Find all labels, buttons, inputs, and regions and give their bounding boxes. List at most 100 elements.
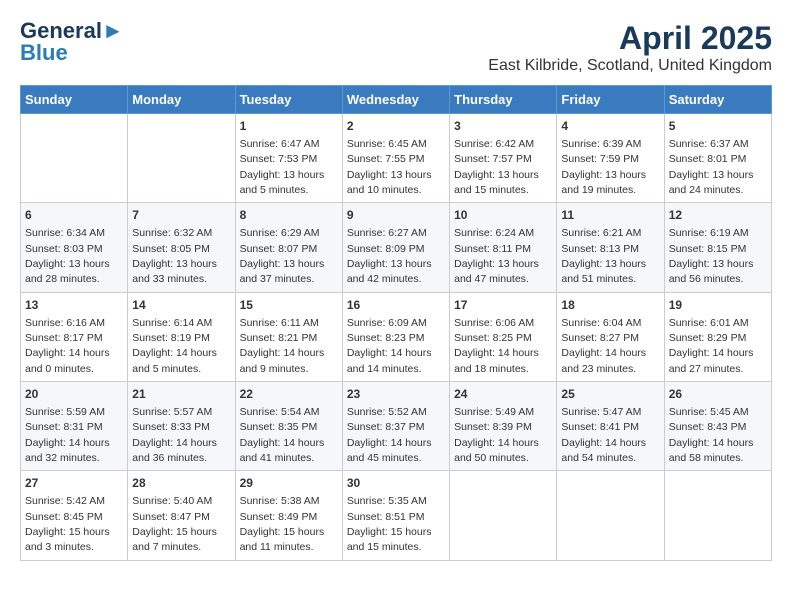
- header-saturday: Saturday: [664, 86, 771, 114]
- calendar-row: 1 Sunrise: 6:47 AM Sunset: 7:53 PM Daylig…: [21, 114, 772, 203]
- page-subtitle: East Kilbride, Scotland, United Kingdom: [488, 57, 772, 75]
- day-info: Sunrise: 5:47 AM Sunset: 8:41 PM Dayligh…: [561, 406, 646, 464]
- day-info: Sunrise: 5:54 AM Sunset: 8:35 PM Dayligh…: [240, 406, 325, 464]
- day-info: Sunrise: 6:19 AM Sunset: 8:15 PM Dayligh…: [669, 227, 754, 285]
- day-info: Sunrise: 6:11 AM Sunset: 8:21 PM Dayligh…: [240, 317, 325, 375]
- day-number: 6: [25, 207, 123, 224]
- day-info: Sunrise: 6:42 AM Sunset: 7:57 PM Dayligh…: [454, 138, 539, 196]
- day-info: Sunrise: 6:47 AM Sunset: 7:53 PM Dayligh…: [240, 138, 325, 196]
- header-friday: Friday: [557, 86, 664, 114]
- calendar-cell: 13Sunrise: 6:16 AM Sunset: 8:17 PM Dayli…: [21, 292, 128, 381]
- day-info: Sunrise: 6:16 AM Sunset: 8:17 PM Dayligh…: [25, 317, 110, 375]
- day-info: Sunrise: 6:32 AM Sunset: 8:05 PM Dayligh…: [132, 227, 217, 285]
- calendar-header-row: SundayMondayTuesdayWednesdayThursdayFrid…: [21, 86, 772, 114]
- day-number: 5: [669, 118, 767, 135]
- day-info: Sunrise: 6:09 AM Sunset: 8:23 PM Dayligh…: [347, 317, 432, 375]
- day-info: Sunrise: 6:01 AM Sunset: 8:29 PM Dayligh…: [669, 317, 754, 375]
- day-info: Sunrise: 5:49 AM Sunset: 8:39 PM Dayligh…: [454, 406, 539, 464]
- calendar-cell: 26Sunrise: 5:45 AM Sunset: 8:43 PM Dayli…: [664, 382, 771, 471]
- day-info: Sunrise: 6:37 AM Sunset: 8:01 PM Dayligh…: [669, 138, 754, 196]
- calendar-cell: 30 Sunrise: 5:35 AM Sunset: 8:51 PM Dayli…: [342, 471, 449, 560]
- day-info: Sunrise: 6:27 AM Sunset: 8:09 PM Dayligh…: [347, 227, 432, 285]
- calendar-cell: 12 Sunrise: 6:19 AM Sunset: 8:15 PM Dayli…: [664, 203, 771, 292]
- calendar-cell: 4Sunrise: 6:39 AM Sunset: 7:59 PM Daylig…: [557, 114, 664, 203]
- calendar-row: 20Sunrise: 5:59 AM Sunset: 8:31 PM Dayli…: [21, 382, 772, 471]
- calendar-row: 13Sunrise: 6:16 AM Sunset: 8:17 PM Dayli…: [21, 292, 772, 381]
- page-header: General► Blue April 2025 East Kilbride, …: [20, 20, 772, 75]
- calendar-cell: 6 Sunrise: 6:34 AM Sunset: 8:03 PM Daylig…: [21, 203, 128, 292]
- day-info: Sunrise: 5:38 AM Sunset: 8:49 PM Dayligh…: [240, 495, 325, 553]
- day-info: Sunrise: 6:39 AM Sunset: 7:59 PM Dayligh…: [561, 138, 646, 196]
- calendar-cell: 8 Sunrise: 6:29 AM Sunset: 8:07 PM Daylig…: [235, 203, 342, 292]
- day-number: 18: [561, 297, 659, 314]
- day-number: 10: [454, 207, 552, 224]
- calendar-cell: 27 Sunrise: 5:42 AM Sunset: 8:45 PM Dayli…: [21, 471, 128, 560]
- calendar-row: 6 Sunrise: 6:34 AM Sunset: 8:03 PM Daylig…: [21, 203, 772, 292]
- calendar-cell: 2Sunrise: 6:45 AM Sunset: 7:55 PM Daylig…: [342, 114, 449, 203]
- page-title: April 2025: [488, 20, 772, 57]
- day-number: 14: [132, 297, 230, 314]
- calendar-cell: 14 Sunrise: 6:14 AM Sunset: 8:19 PM Dayli…: [128, 292, 235, 381]
- calendar-cell: [450, 471, 557, 560]
- day-number: 16: [347, 297, 445, 314]
- calendar-cell: 16 Sunrise: 6:09 AM Sunset: 8:23 PM Dayli…: [342, 292, 449, 381]
- day-info: Sunrise: 6:34 AM Sunset: 8:03 PM Dayligh…: [25, 227, 110, 285]
- calendar-cell: 21 Sunrise: 5:57 AM Sunset: 8:33 PM Dayli…: [128, 382, 235, 471]
- day-info: Sunrise: 6:24 AM Sunset: 8:11 PM Dayligh…: [454, 227, 539, 285]
- calendar-cell: 28Sunrise: 5:40 AM Sunset: 8:47 PM Dayli…: [128, 471, 235, 560]
- header-monday: Monday: [128, 86, 235, 114]
- day-number: 27: [25, 475, 123, 492]
- day-info: Sunrise: 6:06 AM Sunset: 8:25 PM Dayligh…: [454, 317, 539, 375]
- day-number: 19: [669, 297, 767, 314]
- day-number: 9: [347, 207, 445, 224]
- day-number: 8: [240, 207, 338, 224]
- day-number: 28: [132, 475, 230, 492]
- day-number: 21: [132, 386, 230, 403]
- header-thursday: Thursday: [450, 86, 557, 114]
- calendar-cell: [21, 114, 128, 203]
- calendar-cell: 3 Sunrise: 6:42 AM Sunset: 7:57 PM Daylig…: [450, 114, 557, 203]
- day-number: 12: [669, 207, 767, 224]
- day-info: Sunrise: 5:57 AM Sunset: 8:33 PM Dayligh…: [132, 406, 217, 464]
- calendar-cell: 29 Sunrise: 5:38 AM Sunset: 8:49 PM Dayli…: [235, 471, 342, 560]
- calendar-table: SundayMondayTuesdayWednesdayThursdayFrid…: [20, 85, 772, 561]
- day-info: Sunrise: 6:14 AM Sunset: 8:19 PM Dayligh…: [132, 317, 217, 375]
- calendar-cell: 7Sunrise: 6:32 AM Sunset: 8:05 PM Daylig…: [128, 203, 235, 292]
- day-number: 26: [669, 386, 767, 403]
- calendar-cell: 17 Sunrise: 6:06 AM Sunset: 8:25 PM Dayli…: [450, 292, 557, 381]
- day-info: Sunrise: 5:52 AM Sunset: 8:37 PM Dayligh…: [347, 406, 432, 464]
- calendar-cell: 15 Sunrise: 6:11 AM Sunset: 8:21 PM Dayli…: [235, 292, 342, 381]
- day-info: Sunrise: 6:04 AM Sunset: 8:27 PM Dayligh…: [561, 317, 646, 375]
- calendar-cell: 22 Sunrise: 5:54 AM Sunset: 8:35 PM Dayli…: [235, 382, 342, 471]
- logo-blue: Blue: [20, 40, 68, 66]
- calendar-cell: 18 Sunrise: 6:04 AM Sunset: 8:27 PM Dayli…: [557, 292, 664, 381]
- day-number: 1: [240, 118, 338, 135]
- header-tuesday: Tuesday: [235, 86, 342, 114]
- calendar-cell: 10 Sunrise: 6:24 AM Sunset: 8:11 PM Dayli…: [450, 203, 557, 292]
- day-number: 30: [347, 475, 445, 492]
- calendar-row: 27 Sunrise: 5:42 AM Sunset: 8:45 PM Dayli…: [21, 471, 772, 560]
- logo-text: General►: [20, 20, 124, 42]
- calendar-cell: 5 Sunrise: 6:37 AM Sunset: 8:01 PM Daylig…: [664, 114, 771, 203]
- logo: General► Blue: [20, 20, 124, 66]
- day-number: 2: [347, 118, 445, 135]
- day-number: 22: [240, 386, 338, 403]
- day-number: 29: [240, 475, 338, 492]
- calendar-cell: 1 Sunrise: 6:47 AM Sunset: 7:53 PM Daylig…: [235, 114, 342, 203]
- day-number: 15: [240, 297, 338, 314]
- day-info: Sunrise: 6:21 AM Sunset: 8:13 PM Dayligh…: [561, 227, 646, 285]
- day-info: Sunrise: 5:42 AM Sunset: 8:45 PM Dayligh…: [25, 495, 110, 553]
- calendar-cell: 11Sunrise: 6:21 AM Sunset: 8:13 PM Dayli…: [557, 203, 664, 292]
- calendar-cell: 20Sunrise: 5:59 AM Sunset: 8:31 PM Dayli…: [21, 382, 128, 471]
- day-number: 17: [454, 297, 552, 314]
- calendar-cell: 25Sunrise: 5:47 AM Sunset: 8:41 PM Dayli…: [557, 382, 664, 471]
- calendar-cell: 23Sunrise: 5:52 AM Sunset: 8:37 PM Dayli…: [342, 382, 449, 471]
- header-sunday: Sunday: [21, 86, 128, 114]
- day-info: Sunrise: 5:35 AM Sunset: 8:51 PM Dayligh…: [347, 495, 432, 553]
- calendar-cell: 19 Sunrise: 6:01 AM Sunset: 8:29 PM Dayli…: [664, 292, 771, 381]
- day-number: 3: [454, 118, 552, 135]
- calendar-cell: [557, 471, 664, 560]
- calendar-cell: 24Sunrise: 5:49 AM Sunset: 8:39 PM Dayli…: [450, 382, 557, 471]
- calendar-cell: 9 Sunrise: 6:27 AM Sunset: 8:09 PM Daylig…: [342, 203, 449, 292]
- day-info: Sunrise: 6:29 AM Sunset: 8:07 PM Dayligh…: [240, 227, 325, 285]
